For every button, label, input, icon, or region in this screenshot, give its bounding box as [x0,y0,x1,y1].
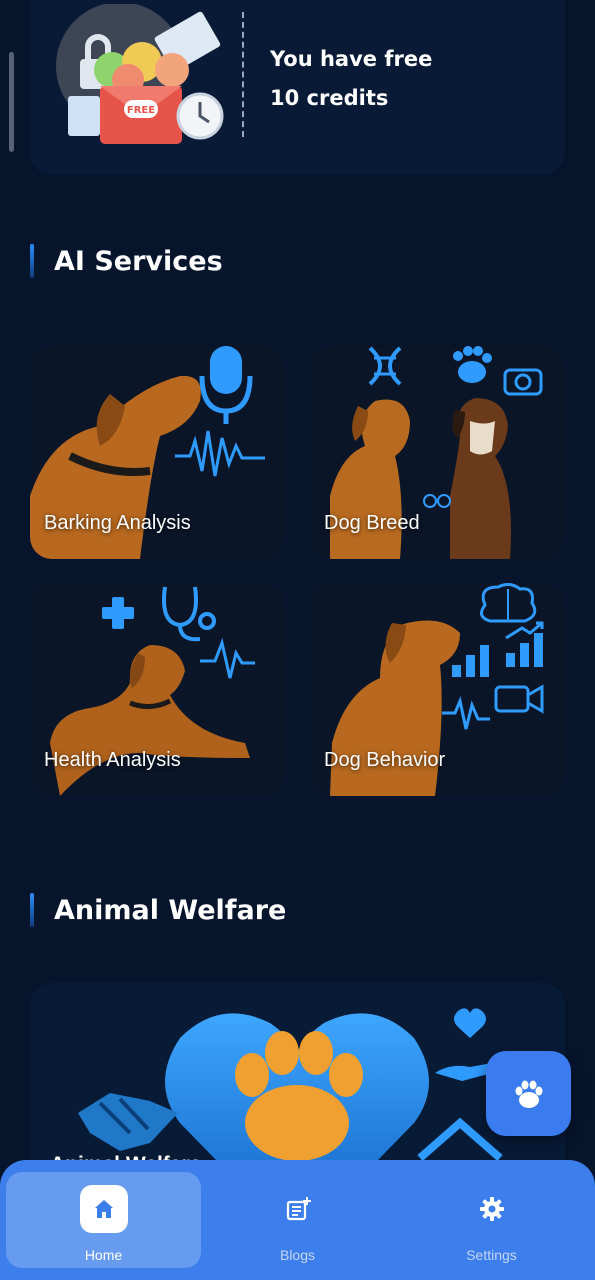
gear-icon [479,1197,504,1221]
service-label: Barking Analysis [44,512,191,534]
handshake-icon [78,1093,178,1151]
nav-item-home[interactable]: Home [6,1172,201,1268]
section-title-ai-services: AI Services [54,245,223,277]
section-heading-ai-services: AI Services [30,244,223,278]
section-title-animal-welfare: Animal Welfare [54,894,287,926]
section-accent-bar [30,244,34,278]
free-badge-text: FREE [127,105,155,116]
credits-divider [242,12,244,137]
bottom-navigation-bar: Home Blogs Settings [0,1160,595,1280]
nav-label-home: Home [84,1247,123,1263]
service-label: Health Analysis [44,749,181,771]
nav-item-blogs[interactable]: Blogs [200,1172,395,1268]
service-label: Dog Behavior [324,749,446,771]
credits-card[interactable]: FREE You have free 10 credits [30,0,565,175]
free-gift-illustration: FREE [56,4,224,144]
home-icon-box [79,1185,128,1233]
nav-item-settings[interactable]: Settings [394,1172,589,1268]
blog-icon-box [274,1185,322,1233]
nav-label-settings: Settings [466,1247,517,1263]
section-heading-animal-welfare: Animal Welfare [30,893,286,927]
service-card-health-analysis[interactable]: Health Analysis [30,583,285,796]
credits-line-2: 10 credits [270,86,389,110]
house-icon [417,1117,503,1162]
credits-text: You have free 10 credits [270,40,530,118]
service-card-barking-analysis[interactable]: Barking Analysis [30,346,285,559]
service-card-dog-breed[interactable]: Dog Breed [310,346,565,559]
gear-icon-box [468,1185,516,1233]
blog-icon [286,1197,311,1221]
nav-label-blogs: Blogs [279,1247,316,1263]
credits-line-1: You have free [270,47,433,71]
service-card-dog-behavior[interactable]: Dog Behavior [310,583,565,796]
section-accent-bar [30,893,34,927]
paw-fab-button[interactable] [486,1051,571,1136]
scroll-indicator[interactable] [9,52,14,152]
paw-icon [515,1080,542,1108]
service-label: Dog Breed [324,512,420,534]
home-icon [94,1200,113,1218]
